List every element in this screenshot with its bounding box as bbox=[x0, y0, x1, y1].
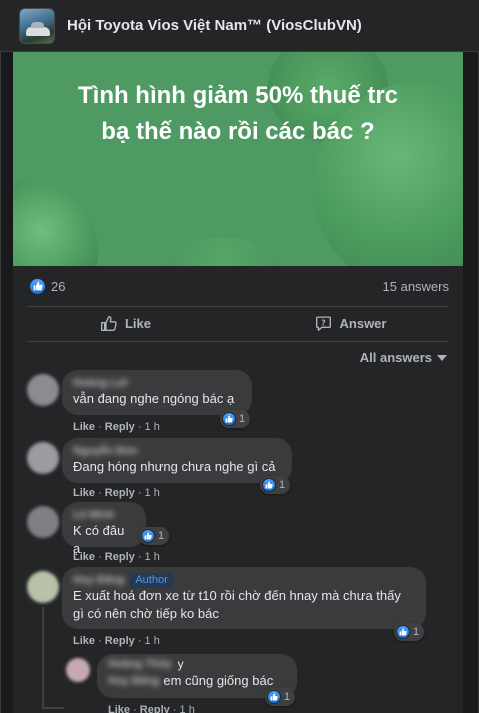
divider bbox=[27, 341, 449, 342]
commenter-avatar[interactable] bbox=[27, 571, 59, 603]
comment-meta: Like · Reply · 1 h bbox=[73, 635, 160, 647]
svg-text:?: ? bbox=[321, 318, 325, 327]
post-text: Tình hình giảm 50% thuế trc bạ thế nào r… bbox=[13, 78, 463, 150]
comment-time[interactable]: 1 h bbox=[145, 487, 160, 499]
comment-reply-link[interactable]: Reply bbox=[105, 421, 135, 433]
like-reaction-icon bbox=[222, 412, 236, 426]
like-reaction-icon bbox=[267, 690, 281, 704]
comment-like-link[interactable]: Like bbox=[73, 635, 95, 647]
comment-bubble: Lê Minh K có đâu ạ bbox=[62, 502, 146, 556]
commenter-name[interactable]: Huy Đăng bbox=[73, 574, 124, 586]
commenter-avatar[interactable] bbox=[27, 374, 59, 406]
comment-reply-link[interactable]: Reply bbox=[140, 704, 170, 713]
post-text-line2: bạ thế nào rồi các bác ? bbox=[101, 118, 375, 145]
comment-like-link[interactable]: Like bbox=[73, 421, 95, 433]
thread-line bbox=[42, 607, 44, 709]
commenter-name[interactable]: Lê Minh bbox=[73, 509, 115, 521]
comment-time[interactable]: 1 h bbox=[145, 635, 160, 647]
reaction-count: 1 bbox=[239, 413, 246, 425]
thread-line bbox=[42, 707, 64, 709]
commenter-avatar[interactable] bbox=[66, 658, 90, 682]
comment-reaction[interactable]: 1 bbox=[265, 688, 296, 706]
banner-ball bbox=[13, 182, 98, 266]
reaction-count: 1 bbox=[413, 626, 420, 638]
answers-count[interactable]: 15 answers bbox=[383, 279, 449, 294]
comment-reaction[interactable]: 1 bbox=[394, 623, 425, 641]
commenter-name[interactable]: Hoàng Thủy bbox=[108, 658, 172, 670]
commenter-name-line2[interactable]: Huy Đăng bbox=[108, 675, 159, 687]
like-reaction-icon bbox=[262, 478, 276, 492]
answer-button-label: Answer bbox=[339, 315, 387, 331]
comment-bubble: Huy Đăng Author E xuất hoá đơn xe từ t10… bbox=[62, 567, 426, 629]
comment-like-link[interactable]: Like bbox=[73, 551, 95, 563]
comment-text: Đang hóng nhưng chưa nghe gì cả bbox=[73, 459, 276, 474]
reaction-count: 1 bbox=[158, 530, 165, 542]
reaction-count: 1 bbox=[284, 691, 291, 703]
comment-reaction[interactable]: 1 bbox=[260, 476, 291, 494]
group-name[interactable]: Hội Toyota Vios Việt Nam™ (ViosClubVN) bbox=[67, 17, 362, 34]
comment-like-link[interactable]: Like bbox=[108, 704, 130, 713]
post-banner: Tình hình giảm 50% thuế trc bạ thế nào r… bbox=[13, 52, 463, 266]
group-header: Hội Toyota Vios Việt Nam™ (ViosClubVN) bbox=[0, 0, 479, 52]
commenter-name[interactable]: Nguyễn Đức bbox=[73, 445, 138, 457]
comment-reply-link[interactable]: Reply bbox=[105, 635, 135, 647]
comment-bubble: Nguyễn Đức Đang hóng nhưng chưa nghe gì … bbox=[62, 438, 292, 483]
banner-ball bbox=[163, 237, 283, 266]
comment-text: vẫn đang nghe ngóng bác ạ bbox=[73, 391, 235, 406]
commenter-avatar[interactable] bbox=[27, 442, 59, 474]
post-card: Tình hình giảm 50% thuế trc bạ thế nào r… bbox=[13, 52, 463, 713]
like-reaction-icon bbox=[141, 529, 155, 543]
comment-reply-link[interactable]: Reply bbox=[105, 551, 135, 563]
comment-text: E xuất hoá đơn xe từ t10 rồi chờ đến hna… bbox=[73, 587, 415, 623]
comment-text-line2: gì có nên chờ tiếp ko bác bbox=[73, 606, 219, 621]
sort-label: All answers bbox=[359, 350, 432, 365]
comment-text: em cũng giống bác bbox=[163, 673, 274, 688]
comment-time[interactable]: 1 h bbox=[145, 551, 160, 563]
like-button-label: Like bbox=[124, 315, 151, 331]
comment-meta: Like · Reply · 1 h bbox=[108, 704, 195, 713]
comment-time[interactable]: 1 h bbox=[180, 704, 195, 713]
comment-reaction[interactable]: 1 bbox=[220, 410, 251, 428]
comment-meta: Like · Reply · 1 h bbox=[73, 421, 160, 433]
post-text-line1: Tình hình giảm 50% thuế trc bbox=[77, 82, 399, 109]
answer-button[interactable]: ? Answer bbox=[238, 307, 463, 339]
thumbs-up-icon bbox=[101, 315, 117, 331]
like-reaction-icon bbox=[396, 625, 410, 639]
comment-like-link[interactable]: Like bbox=[73, 487, 95, 499]
commenter-avatar[interactable] bbox=[27, 506, 59, 538]
commenter-name-suffix: y bbox=[177, 656, 184, 671]
like-reaction-icon[interactable] bbox=[29, 277, 46, 295]
like-count[interactable]: 26 bbox=[51, 279, 65, 294]
comment-reaction[interactable]: 1 bbox=[139, 527, 170, 545]
post-actions: Like ? Answer bbox=[13, 307, 463, 339]
answer-icon: ? bbox=[315, 315, 331, 331]
comment-reply-link[interactable]: Reply bbox=[105, 487, 135, 499]
window-border-left bbox=[0, 0, 1, 713]
comment-bubble: Hoàng Lợi vẫn đang nghe ngóng bác ạ bbox=[62, 370, 252, 415]
comment-time[interactable]: 1 h bbox=[145, 421, 160, 433]
comment-meta: Like · Reply · 1 h bbox=[73, 487, 160, 499]
comment-text-line1: E xuất hoá đơn xe từ t10 rồi chờ đến hna… bbox=[73, 588, 401, 603]
caret-down-icon bbox=[437, 354, 447, 361]
reaction-count: 1 bbox=[279, 479, 286, 491]
like-button[interactable]: Like bbox=[13, 307, 238, 339]
comment-meta: Like · Reply · 1 h bbox=[73, 551, 160, 563]
sort-dropdown[interactable]: All answers bbox=[360, 350, 447, 365]
post-stats: 26 15 answers bbox=[13, 274, 463, 298]
commenter-name[interactable]: Hoàng Lợi bbox=[73, 377, 128, 389]
group-avatar[interactable] bbox=[19, 7, 55, 44]
author-badge: Author bbox=[130, 572, 173, 588]
